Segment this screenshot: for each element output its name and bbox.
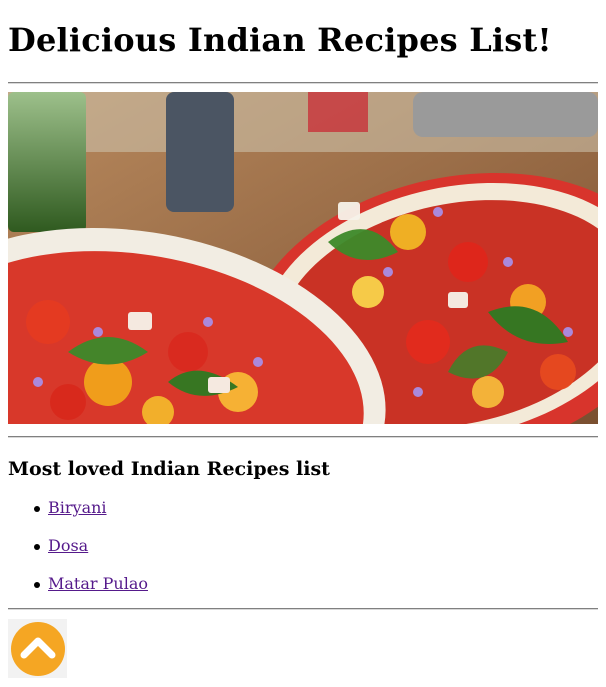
- hero-image: [8, 92, 598, 424]
- list-item: Biryani: [8, 497, 598, 519]
- recipe-link-biryani[interactable]: Biryani: [48, 498, 107, 517]
- recipe-link-matar-pulao[interactable]: Matar Pulao: [48, 574, 148, 593]
- list-item: Dosa: [8, 535, 598, 557]
- divider: [8, 608, 598, 610]
- chevron-up-icon: [10, 621, 65, 676]
- recipe-link-dosa[interactable]: Dosa: [48, 536, 88, 555]
- divider: [8, 82, 598, 84]
- page: Delicious Indian Recipes List! Most love…: [8, 0, 598, 678]
- recipe-list: Biryani Dosa Matar Pulao: [8, 497, 598, 595]
- scroll-to-top-button[interactable]: [8, 619, 67, 678]
- section-heading: Most loved Indian Recipes list: [8, 458, 330, 480]
- page-title: Delicious Indian Recipes List!: [8, 21, 552, 59]
- list-item: Matar Pulao: [8, 573, 598, 595]
